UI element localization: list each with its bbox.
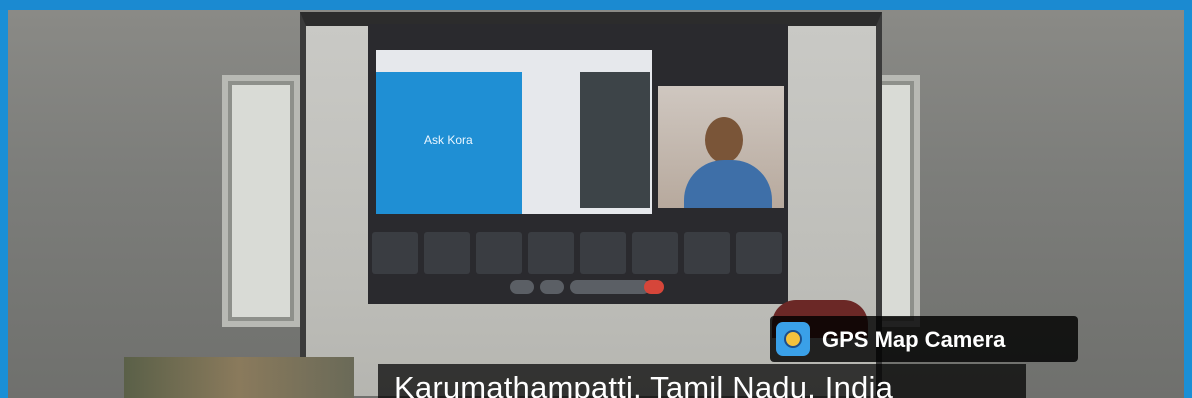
- speaker-face: [705, 117, 743, 163]
- participant-tile: [476, 232, 522, 274]
- participant-tile: [684, 232, 730, 274]
- location-text: Karumathampatti, Tamil Nadu, India: [394, 370, 894, 398]
- participant-tile: [528, 232, 574, 274]
- photo-scene: Ask Kora GPS Map Camera Karumathampatti,…: [0, 0, 1192, 398]
- leave-call-control: [644, 280, 664, 294]
- meeting-control: [510, 280, 534, 294]
- participant-tile: [580, 232, 626, 274]
- gps-app-name: GPS Map Camera: [822, 327, 1006, 352]
- meeting-control: [540, 280, 564, 294]
- meeting-controls-group: [570, 280, 650, 294]
- left-whiteboard: [222, 75, 300, 327]
- participant-tiles: [372, 232, 784, 274]
- participant-tile: [372, 232, 418, 274]
- map-thumbnail: [124, 357, 354, 398]
- projected-brand-text: Ask Kora: [424, 133, 473, 147]
- participant-tile: [632, 232, 678, 274]
- photo-frame-top: [0, 0, 1192, 10]
- camera-lens-icon: [784, 330, 802, 348]
- participant-tile: [424, 232, 470, 274]
- projected-popup-window: [580, 72, 650, 208]
- participant-tile: [736, 232, 782, 274]
